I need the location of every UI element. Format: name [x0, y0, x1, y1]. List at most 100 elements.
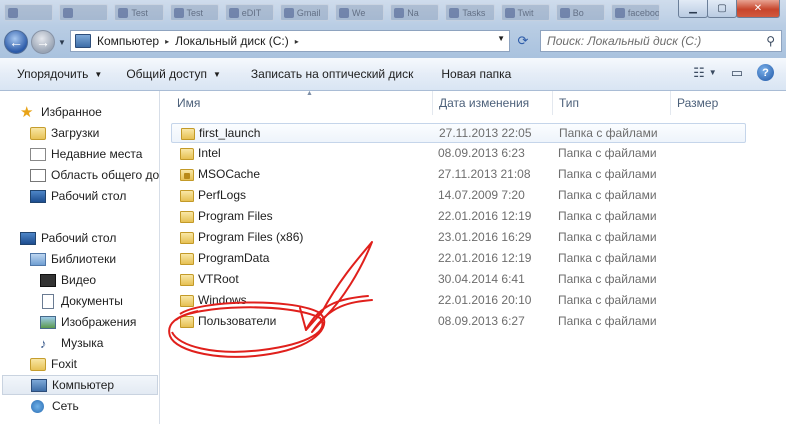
breadcrumb-label: Компьютер: [97, 34, 160, 48]
breadcrumb-label: Локальный диск (C:): [175, 34, 289, 48]
app-icon: [614, 7, 625, 18]
breadcrumb-local-disk[interactable]: Локальный диск (C:) ▸: [175, 34, 299, 48]
file-list: Имя ▲ Дата изменения Тип Размер first_la…: [161, 90, 786, 424]
file-date: 08.09.2013 6:23: [438, 146, 525, 160]
background-tab: Na: [390, 4, 440, 21]
table-row[interactable]: Intel 08.09.2013 6:23 Папка с файлами: [171, 144, 746, 164]
table-row[interactable]: MSOCache 27.11.2013 21:08 Папка с файлами: [171, 165, 746, 185]
column-name[interactable]: Имя ▲: [171, 90, 433, 115]
search-icon[interactable]: ⚲: [766, 34, 775, 48]
minimize-button[interactable]: ▁: [678, 0, 708, 18]
file-date: 14.07.2009 7:20: [438, 188, 525, 202]
folder-icon: [180, 316, 194, 328]
share-button[interactable]: Общий доступ ▼: [117, 62, 230, 86]
locked-folder-icon: [180, 169, 194, 181]
navigation-pane: ★ Избранное Загрузки Недавние места Область …: [0, 91, 160, 424]
table-row[interactable]: Program Files 22.01.2016 12:19 Папка с фай…: [171, 207, 746, 227]
back-button[interactable]: ←: [4, 30, 28, 54]
forward-button[interactable]: →: [31, 30, 55, 54]
background-tab: eDIT: [224, 4, 274, 21]
chevron-down-icon: ▼: [94, 69, 103, 79]
file-type: Папка с файлами: [558, 272, 657, 286]
file-name: ProgramData: [198, 251, 270, 265]
file-date: 22.01.2016 12:19: [438, 209, 532, 223]
sidebar-item[interactable]: Foxit: [30, 354, 77, 374]
help-icon[interactable]: ?: [757, 64, 774, 81]
column-size-label: Размер: [677, 96, 719, 110]
sidebar-item[interactable]: ★ Избранное: [20, 102, 102, 122]
file-type: Папка с файлами: [558, 314, 657, 328]
sidebar-item-label: Загрузки: [51, 126, 100, 140]
table-row[interactable]: VTRoot 30.04.2014 6:41 Папка с файлами: [171, 270, 746, 290]
address-dropdown-icon[interactable]: ▼: [497, 34, 505, 43]
search-input[interactable]: [547, 34, 757, 48]
file-name: Пользователи: [198, 314, 277, 328]
recent-pages-dropdown[interactable]: ▼: [58, 38, 66, 47]
background-tab: Gmail: [279, 4, 330, 21]
sidebar-item-label: Библиотеки: [51, 252, 117, 266]
sidebar-item[interactable]: Компьютер: [2, 375, 158, 395]
sidebar-item[interactable]: Область общего до: [30, 165, 159, 185]
new-folder-button[interactable]: Новая папка: [432, 62, 520, 86]
maximize-button[interactable]: ▢: [707, 0, 737, 18]
table-row[interactable]: ProgramData 22.01.2016 12:19 Папка с файла…: [171, 249, 746, 269]
app-icon: [394, 7, 405, 18]
refresh-button[interactable]: ⟳: [512, 31, 534, 51]
file-date: 30.04.2014 6:41: [438, 272, 525, 286]
sidebar-item[interactable]: Библиотеки: [30, 249, 116, 269]
table-row[interactable]: Пользователи 08.09.2013 6:27 Папка с файла…: [171, 312, 746, 332]
column-size[interactable]: Размер: [671, 91, 786, 115]
address-bar[interactable]: Компьютер ▸ Локальный диск (C:) ▸ ▼: [70, 30, 510, 52]
sidebar-item[interactable]: Видео: [40, 270, 96, 290]
new-folder-label: Новая папка: [441, 67, 512, 81]
file-date: 27.11.2013 21:08: [438, 167, 531, 181]
background-tab: [4, 4, 54, 21]
sidebar-item[interactable]: Недавние места: [30, 144, 142, 164]
sidebar-item[interactable]: Изображения: [40, 312, 136, 332]
column-date[interactable]: Дата изменения: [433, 91, 553, 115]
table-row[interactable]: Program Files (x86) 23.01.2016 16:29 Папка…: [171, 228, 746, 248]
app-icon: [559, 7, 570, 18]
search-box[interactable]: ⚲: [540, 30, 782, 52]
file-type: Папка с файлами: [559, 126, 658, 140]
sidebar-item[interactable]: Сеть: [30, 396, 79, 416]
background-tab-label: eDIT: [241, 7, 262, 18]
close-button[interactable]: ✕: [736, 0, 780, 18]
file-name: PerfLogs: [198, 188, 247, 202]
background-tab-label: Na: [407, 7, 419, 18]
change-view-icon[interactable]: ☷: [693, 65, 705, 81]
folder-icon: [180, 274, 194, 286]
background-tab: Test: [114, 4, 164, 21]
app-icon: [63, 7, 74, 18]
breadcrumb-computer[interactable]: Компьютер ▸: [97, 34, 169, 48]
star-icon: ★: [20, 103, 34, 121]
column-type-label: Тип: [559, 96, 580, 110]
sidebar-item[interactable]: Загрузки: [30, 123, 99, 143]
file-date: 23.01.2016 16:29: [438, 230, 532, 244]
sidebar-item[interactable]: ♪ Музыка: [40, 333, 103, 353]
music-icon: ♪: [40, 335, 47, 351]
background-tab-label: Bo: [572, 7, 584, 18]
preview-pane-icon[interactable]: ▭: [731, 65, 743, 81]
chevron-right-icon[interactable]: ▸: [295, 37, 299, 46]
app-icon: [449, 7, 460, 18]
sidebar-item-label: Foxit: [51, 357, 78, 371]
sidebar-item[interactable]: Документы: [40, 291, 123, 311]
column-type[interactable]: Тип: [553, 91, 671, 115]
table-row[interactable]: PerfLogs 14.07.2009 7:20 Папка с файлами: [171, 186, 746, 206]
table-row[interactable]: Windows 22.01.2016 20:10 Папка с файлами: [171, 291, 746, 311]
folder-icon: [180, 211, 194, 223]
table-row[interactable]: first_launch 27.11.2013 22:05 Папка с файл…: [171, 123, 746, 143]
foxit-icon: [30, 357, 46, 371]
burn-button[interactable]: Записать на оптический диск: [242, 62, 423, 86]
sidebar-item-label: Рабочий стол: [41, 231, 117, 245]
view-dropdown-icon[interactable]: ▼: [709, 68, 717, 77]
sidebar-item[interactable]: Рабочий стол: [20, 228, 116, 248]
chevron-right-icon[interactable]: ▸: [165, 37, 169, 46]
sidebar-item-label: Область общего до: [51, 168, 160, 182]
file-name: Program Files: [198, 209, 273, 223]
desktop-icon: [30, 189, 46, 203]
sidebar-item[interactable]: Рабочий стол: [30, 186, 126, 206]
organize-button[interactable]: Упорядочить ▼: [8, 62, 111, 86]
libraries-icon: [30, 252, 46, 266]
